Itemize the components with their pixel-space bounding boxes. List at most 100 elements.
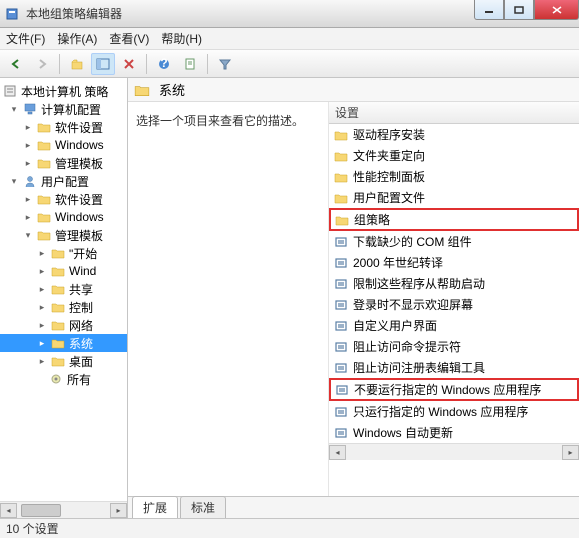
item-label: 不要运行指定的 Windows 应用程序 — [354, 381, 541, 398]
minimize-button[interactable] — [474, 0, 504, 20]
folder-icon — [50, 246, 66, 260]
tree-hscrollbar[interactable]: ◂ ▸ — [0, 501, 127, 518]
list-item[interactable]: 文件夹重定向 — [329, 145, 579, 166]
tree-user-config[interactable]: ▾ 用户配置 — [0, 172, 127, 190]
tree-item[interactable]: ▸ 网络 — [0, 316, 127, 334]
back-button[interactable] — [4, 53, 28, 75]
expand-icon[interactable]: ▸ — [36, 265, 48, 277]
tree-item[interactable]: ▸ Wind — [0, 262, 127, 280]
list-hscrollbar[interactable]: ◂ ▸ — [329, 443, 579, 460]
menu-help[interactable]: 帮助(H) — [161, 30, 202, 47]
collapse-icon[interactable]: ▾ — [8, 103, 20, 115]
statusbar: 10 个设置 — [0, 518, 579, 538]
properties-button[interactable] — [178, 53, 202, 75]
tree-label: 管理模板 — [55, 227, 103, 244]
expand-icon[interactable]: ▸ — [36, 283, 48, 295]
collapse-icon[interactable]: ▾ — [22, 229, 34, 241]
item-label: 自定义用户界面 — [353, 317, 437, 334]
tree-item[interactable]: ▸ 软件设置 — [0, 190, 127, 208]
tree-item[interactable]: ▸ Windows — [0, 208, 127, 226]
folder-icon — [134, 83, 150, 97]
expand-icon[interactable]: ▸ — [36, 247, 48, 259]
content-title: 系统 — [159, 80, 185, 99]
settings-list[interactable]: 设置 驱动程序安装 文件夹重定向 性能控制面板 用户配置文件 组策略 下载缺少的… — [328, 102, 579, 496]
item-label: 性能控制面板 — [353, 168, 425, 185]
tab-extended[interactable]: 扩展 — [132, 496, 178, 518]
list-item[interactable]: Windows 自动更新 — [329, 422, 579, 443]
tree-label: 所有 — [67, 371, 91, 388]
list-item-group-policy[interactable]: 组策略 — [329, 208, 579, 231]
list-item[interactable]: 性能控制面板 — [329, 166, 579, 187]
list-item[interactable]: 驱动程序安装 — [329, 124, 579, 145]
tree-item-system[interactable]: ▸ 系统 — [0, 334, 127, 352]
setting-icon — [333, 426, 349, 440]
scroll-thumb[interactable] — [21, 504, 61, 517]
expand-icon[interactable]: ▸ — [22, 157, 34, 169]
close-button[interactable] — [534, 0, 579, 20]
tree-content[interactable]: 本地计算机 策略 ▾ 计算机配置 ▸ 软件设置 ▸ Windows ▸ 管理模板 — [0, 78, 127, 501]
collapse-icon[interactable]: ▾ — [8, 175, 20, 187]
settings-column-header[interactable]: 设置 — [329, 102, 579, 124]
setting-icon — [333, 405, 349, 419]
expand-icon[interactable]: ▸ — [22, 121, 34, 133]
delete-button[interactable] — [117, 53, 141, 75]
forward-button[interactable] — [30, 53, 54, 75]
tree-item[interactable]: ▸ 控制 — [0, 298, 127, 316]
folder-icon — [50, 354, 66, 368]
folder-icon — [50, 318, 66, 332]
list-item[interactable]: 自定义用户界面 — [329, 315, 579, 336]
list-item[interactable]: 阻止访问命令提示符 — [329, 336, 579, 357]
list-item[interactable]: 限制这些程序从帮助启动 — [329, 273, 579, 294]
tree-item[interactable]: ▾ 管理模板 — [0, 226, 127, 244]
menu-action[interactable]: 操作(A) — [57, 30, 97, 47]
tree-label: 桌面 — [69, 353, 93, 370]
expand-icon[interactable]: ▸ — [22, 211, 34, 223]
setting-icon — [333, 319, 349, 333]
expand-icon[interactable]: ▸ — [36, 355, 48, 367]
tree-label: Windows — [55, 138, 104, 152]
setting-icon — [333, 361, 349, 375]
help-button[interactable]: ? — [152, 53, 176, 75]
list-item[interactable]: 用户配置文件 — [329, 187, 579, 208]
list-item[interactable]: 只运行指定的 Windows 应用程序 — [329, 401, 579, 422]
expand-icon[interactable]: ▸ — [36, 301, 48, 313]
filter-button[interactable] — [213, 53, 237, 75]
list-item[interactable]: 阻止访问注册表编辑工具 — [329, 357, 579, 378]
list-item[interactable]: 登录时不显示欢迎屏幕 — [329, 294, 579, 315]
menu-file[interactable]: 文件(F) — [6, 30, 45, 47]
scroll-left-icon[interactable]: ◂ — [329, 445, 346, 460]
tree-label: 本地计算机 策略 — [21, 83, 108, 100]
tree-item[interactable]: ▸ Windows — [0, 136, 127, 154]
tree-root[interactable]: 本地计算机 策略 — [0, 82, 127, 100]
tree-item[interactable]: ▸ 桌面 — [0, 352, 127, 370]
scroll-right-icon[interactable]: ▸ — [110, 503, 127, 518]
list-item[interactable]: 2000 年世纪转译 — [329, 252, 579, 273]
tree-label: 软件设置 — [55, 191, 103, 208]
list-item[interactable]: 下载缺少的 COM 组件 — [329, 231, 579, 252]
menu-view[interactable]: 查看(V) — [109, 30, 149, 47]
show-hide-tree-button[interactable] — [91, 53, 115, 75]
folder-icon — [50, 264, 66, 278]
tree-item[interactable]: ▸ 共享 — [0, 280, 127, 298]
up-button[interactable] — [65, 53, 89, 75]
tree-item[interactable]: ▸ 软件设置 — [0, 118, 127, 136]
expand-icon[interactable]: ▸ — [36, 319, 48, 331]
tab-standard[interactable]: 标准 — [180, 496, 226, 518]
tree-panel: 本地计算机 策略 ▾ 计算机配置 ▸ 软件设置 ▸ Windows ▸ 管理模板 — [0, 78, 128, 518]
expand-icon[interactable]: ▸ — [22, 193, 34, 205]
maximize-button[interactable] — [504, 0, 534, 20]
policy-icon — [2, 84, 18, 98]
tree-item[interactable]: ▸ 管理模板 — [0, 154, 127, 172]
tree-item[interactable]: ▸ "开始 — [0, 244, 127, 262]
tree-item[interactable]: 所有 — [0, 370, 127, 388]
tree-computer-config[interactable]: ▾ 计算机配置 — [0, 100, 127, 118]
scroll-right-icon[interactable]: ▸ — [562, 445, 579, 460]
svg-text:?: ? — [160, 57, 167, 70]
folder-icon — [334, 213, 350, 227]
scroll-left-icon[interactable]: ◂ — [0, 503, 17, 518]
expand-icon[interactable]: ▸ — [22, 139, 34, 151]
folder-icon — [36, 192, 52, 206]
expand-icon[interactable]: ▸ — [36, 337, 48, 349]
titlebar: 本地组策略编辑器 — [0, 0, 579, 28]
list-item-dont-run[interactable]: 不要运行指定的 Windows 应用程序 — [329, 378, 579, 401]
